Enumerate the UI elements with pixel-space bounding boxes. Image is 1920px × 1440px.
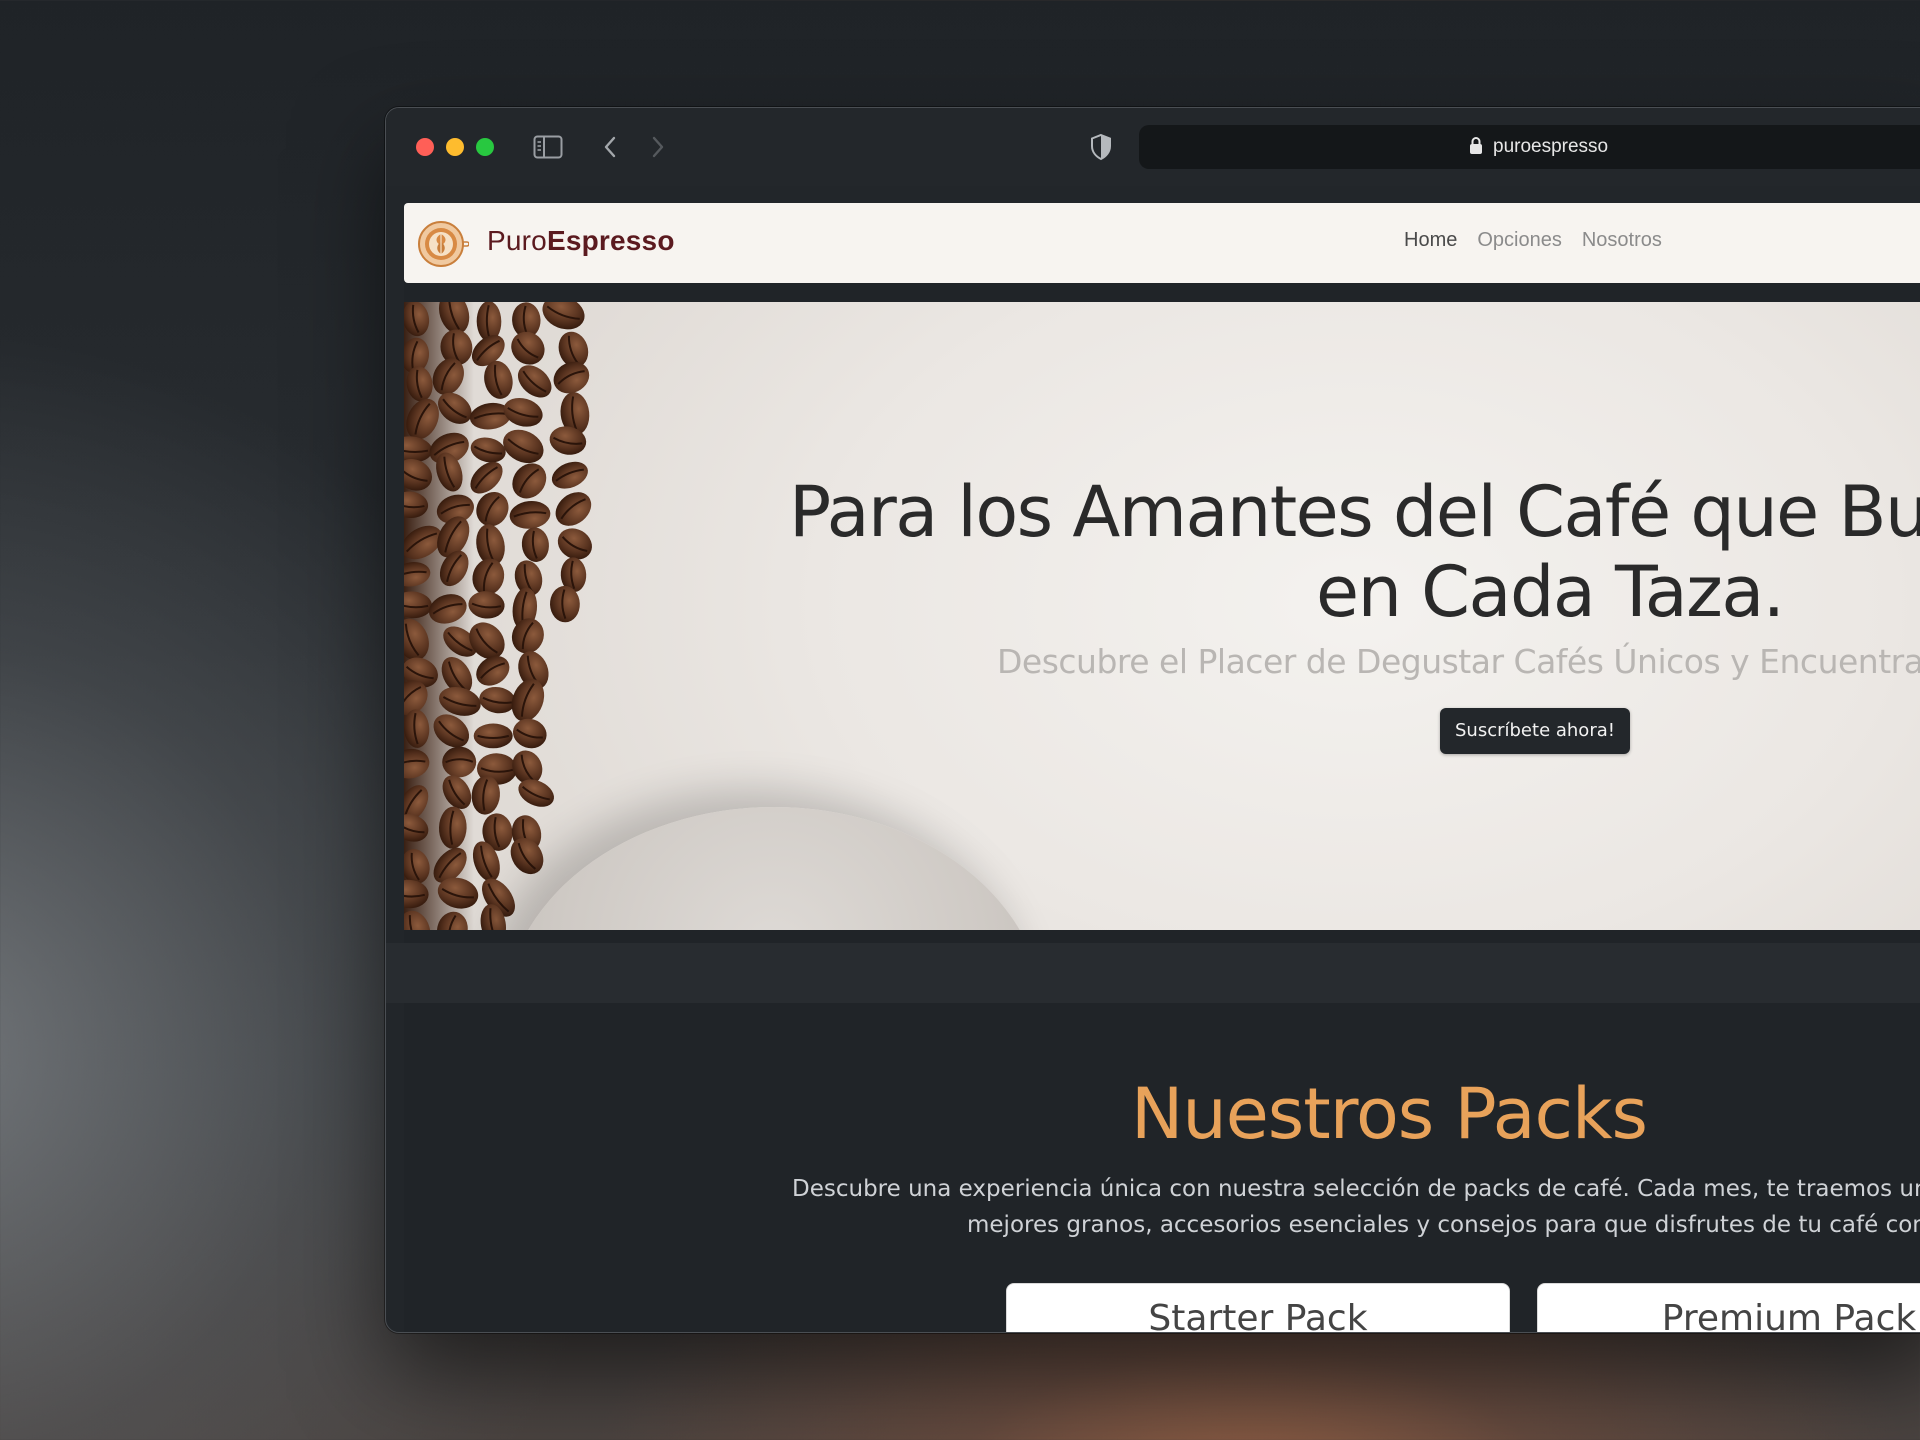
hero-title-line-2: en Cada Taza. (1316, 551, 1785, 633)
section-divider (386, 943, 1920, 1003)
shield-icon[interactable] (1086, 132, 1116, 162)
close-window-button[interactable] (416, 138, 434, 156)
pack-card-starter[interactable]: Starter Pack (1006, 1283, 1510, 1333)
brand-name-bold: Espresso (546, 225, 675, 256)
packs-description: Descubre una experiencia única con nuest… (792, 1171, 1920, 1243)
coffee-beans-image (404, 302, 592, 930)
hero-section: Para los Amantes del Café que Busc en Ca… (404, 302, 1920, 930)
site-navbar: PuroEspresso Home Opciones Nosotros (404, 203, 1920, 283)
minimize-window-button[interactable] (446, 138, 464, 156)
chevron-right-icon[interactable] (644, 132, 672, 162)
web-page: PuroEspresso Home Opciones Nosotros Para… (386, 203, 1920, 1333)
hero-title-line-1: Para los Amantes del Café que Busc (789, 471, 1920, 553)
packs-title: Nuestros Packs (1131, 1073, 1648, 1155)
brand-name[interactable]: PuroEspresso (487, 225, 675, 257)
hero-subtitle: Descubre el Placer de Degustar Cafés Úni… (997, 642, 1920, 681)
subscribe-button[interactable]: Suscríbete ahora! (1440, 708, 1630, 754)
nav-link-home[interactable]: Home (1404, 229, 1457, 252)
pack-card-premium[interactable]: Premium Pack (1537, 1283, 1920, 1333)
browser-toolbar: puroespresso (386, 108, 1920, 186)
chevron-left-icon[interactable] (596, 132, 624, 162)
browser-window: puroespresso PuroEspresso Home Opciones … (385, 107, 1920, 1333)
packs-description-line-1: Descubre una experiencia única con nuest… (792, 1176, 1920, 1202)
pack-card-title: Starter Pack (1148, 1298, 1368, 1333)
zoom-window-button[interactable] (476, 138, 494, 156)
sidebar-icon[interactable] (532, 132, 564, 162)
nav-link-opciones[interactable]: Opciones (1477, 229, 1562, 252)
pack-card-title: Premium Pack (1661, 1298, 1917, 1333)
address-bar[interactable]: puroespresso (1139, 125, 1920, 169)
packs-description-line-2: mejores granos, accesorios esenciales y … (967, 1212, 1920, 1238)
lock-icon (1469, 136, 1483, 159)
nav-link-nosotros[interactable]: Nosotros (1582, 229, 1662, 252)
url-text[interactable]: puroespresso (1493, 136, 1608, 158)
brand-name-light: Puro (487, 225, 547, 256)
nav-links: Home Opciones Nosotros (1404, 229, 1662, 252)
latte-art-logo-icon[interactable] (417, 218, 470, 270)
hero-title: Para los Amantes del Café que Busc en Ca… (789, 472, 1920, 632)
